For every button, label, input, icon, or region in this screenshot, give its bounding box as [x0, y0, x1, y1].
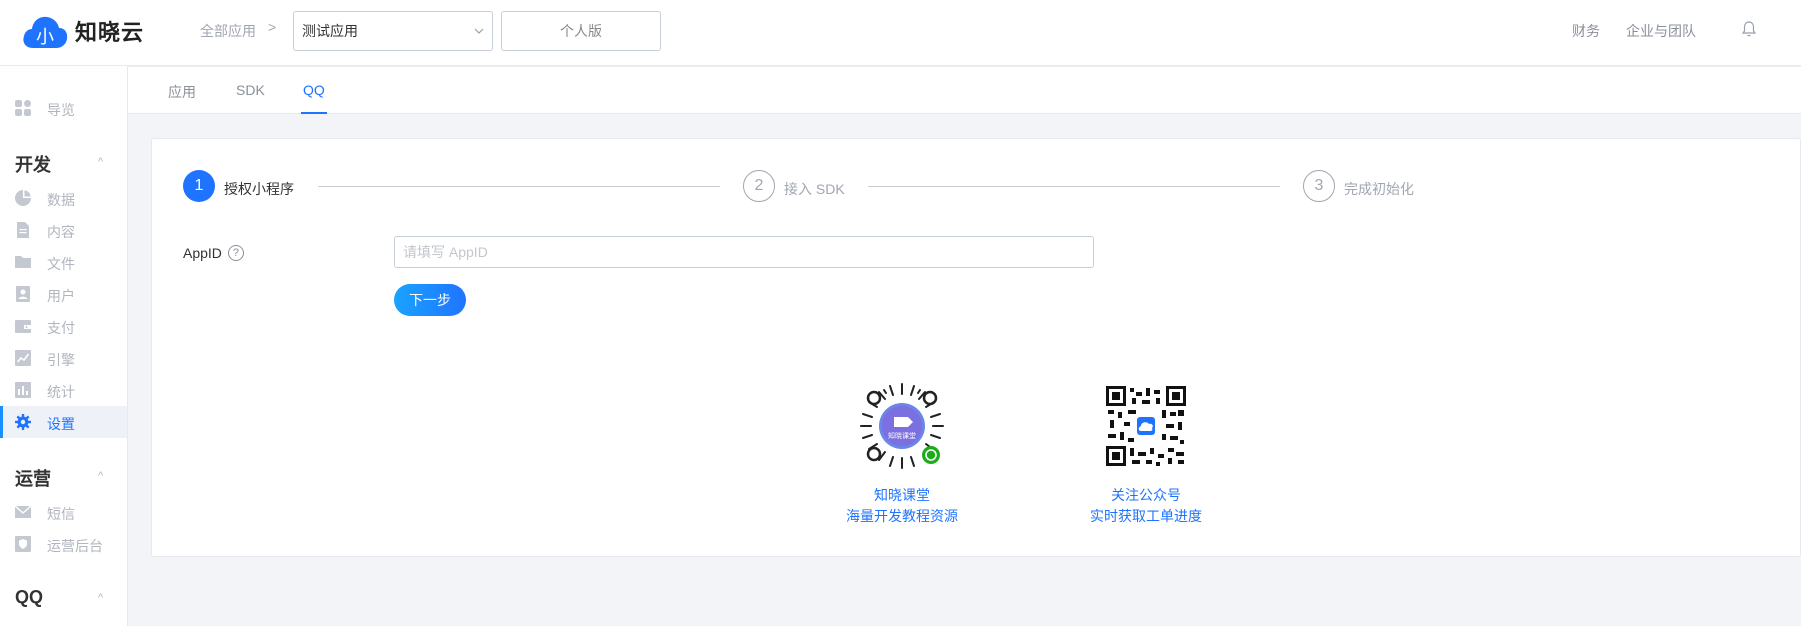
sidebar-item-label: 引擎 — [47, 352, 75, 368]
sidebar-item-sms[interactable]: 短信 — [0, 496, 127, 528]
app-select[interactable]: 测试应用 — [293, 11, 493, 51]
sidebar-item-files[interactable]: 文件 — [0, 246, 127, 278]
mail-icon — [14, 504, 32, 520]
chevron-up-icon[interactable]: ^ — [98, 156, 103, 168]
top-bar: 小 知晓云 全部应用 > 测试应用 个人版 财务 企业与团队 — [0, 0, 1801, 66]
sidebar-group-ops[interactable]: 运营 — [15, 465, 51, 491]
qr-official-account-subtitle: 实时获取工单进度 — [1090, 508, 1202, 524]
gear-icon — [15, 414, 31, 430]
step-3-label: 完成初始化 — [1344, 181, 1414, 197]
sidebar-group-dev[interactable]: 开发 — [15, 151, 51, 177]
bar-chart-icon — [15, 382, 31, 398]
qq-setup-card — [151, 138, 1801, 557]
help-icon[interactable]: ? — [227, 245, 244, 261]
mini-program-badge-text: 知晓课堂 — [888, 431, 916, 440]
enterprise-team-link[interactable]: 企业与团队 — [1626, 21, 1696, 41]
sidebar-item-stats[interactable]: 统计 — [0, 374, 127, 406]
sidebar-item-engine[interactable]: 引擎 — [0, 342, 127, 374]
document-icon — [15, 222, 31, 238]
logo-mark-text: 小 — [36, 27, 54, 48]
qr-course-subtitle: 海量开发教程资源 — [846, 508, 958, 524]
sidebar: 导览 开发 ^ 数据 内容 文件 用户 支付 引擎 统计 设置 运营 ^ 短信 … — [0, 66, 128, 626]
sidebar-item-data[interactable]: 数据 — [0, 182, 127, 214]
step-1-label: 授权小程序 — [224, 181, 294, 197]
edition-button[interactable]: 个人版 — [501, 11, 661, 51]
app-select-value: 测试应用 — [302, 23, 358, 39]
step-2-label: 接入 SDK — [784, 181, 845, 197]
brand-logo[interactable]: 小 知晓云 — [21, 12, 144, 50]
appid-label-row: AppID ? — [183, 245, 244, 261]
step-3-circle: 3 — [1303, 170, 1335, 202]
grid-icon — [15, 100, 31, 116]
sidebar-item-content[interactable]: 内容 — [0, 214, 127, 246]
sidebar-item-ops-console[interactable]: 运营后台 — [0, 528, 127, 560]
tab-app[interactable]: 应用 — [168, 82, 196, 114]
wallet-icon — [15, 318, 31, 334]
shield-icon — [15, 536, 31, 552]
qr-block-official-account: 关注公众号 实时获取工单进度 — [1081, 382, 1211, 527]
step-1-circle: 1 — [183, 170, 215, 202]
sidebar-item-label: 用户 — [47, 288, 75, 304]
sidebar-item-label: 数据 — [47, 192, 75, 208]
sidebar-group-qq[interactable]: QQ — [15, 587, 43, 608]
chevron-up-icon[interactable]: ^ — [98, 592, 103, 604]
folder-icon — [15, 254, 31, 270]
step-2-circle: 2 — [743, 170, 775, 202]
breadcrumb-separator: > — [268, 19, 277, 35]
tab-sdk[interactable]: SDK — [236, 82, 265, 114]
finance-link[interactable]: 财务 — [1572, 21, 1600, 41]
chevron-up-icon[interactable]: ^ — [98, 470, 103, 482]
user-card-icon — [15, 286, 31, 302]
mini-program-code: 知晓课堂 — [858, 382, 946, 470]
sidebar-item-label: 统计 — [47, 384, 75, 400]
sidebar-item-payment[interactable]: 支付 — [0, 310, 127, 342]
qr-official-account-title: 关注公众号 — [1111, 487, 1181, 503]
appid-input[interactable] — [394, 236, 1094, 268]
next-step-button[interactable]: 下一步 — [394, 284, 466, 316]
pie-chart-icon — [15, 190, 31, 206]
qr-block-course: 知晓课堂 知晓课堂 海量开发教程资源 — [838, 382, 966, 527]
sidebar-item-label: 运营后台 — [47, 538, 103, 554]
qr-course-title: 知晓课堂 — [874, 487, 930, 503]
appid-label: AppID — [183, 245, 222, 261]
sidebar-item-label: 短信 — [47, 506, 75, 522]
tab-qq[interactable]: QQ — [301, 82, 327, 114]
tab-bar: 应用 SDK QQ — [128, 67, 1801, 114]
sidebar-item-users[interactable]: 用户 — [0, 278, 127, 310]
sidebar-item-overview[interactable]: 导览 — [0, 92, 127, 124]
breadcrumb-all-apps[interactable]: 全部应用 — [200, 21, 256, 41]
sidebar-item-label: 设置 — [47, 416, 75, 432]
brand-name: 知晓云 — [75, 20, 145, 45]
sidebar-item-label: 支付 — [47, 320, 75, 336]
sidebar-item-label: 文件 — [47, 256, 75, 272]
bell-icon[interactable] — [1741, 20, 1757, 38]
trend-chart-icon — [15, 350, 31, 366]
chevron-down-icon — [474, 26, 484, 37]
official-account-qr-code — [1106, 386, 1186, 466]
sidebar-item-label: 导览 — [47, 102, 75, 118]
step-connector — [868, 186, 1280, 187]
sidebar-item-settings[interactable]: 设置 — [0, 406, 127, 438]
cloud-logo-icon: 小 — [21, 12, 69, 50]
sidebar-item-label: 内容 — [47, 224, 75, 240]
step-connector — [318, 186, 720, 187]
